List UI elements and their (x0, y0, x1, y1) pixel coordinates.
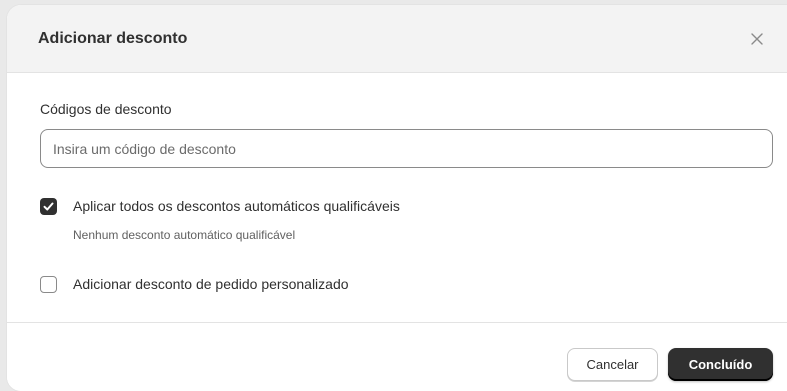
auto-discounts-label[interactable]: Aplicar todos os descontos automáticos q… (73, 198, 400, 214)
close-icon (751, 33, 763, 45)
modal-title: Adicionar desconto (38, 30, 188, 47)
discount-codes-label: Códigos de desconto (40, 101, 172, 117)
done-button[interactable]: Concluído (668, 348, 773, 381)
auto-discounts-help-text: Nenhum desconto automático qualificável (73, 228, 296, 242)
checkmark-icon (43, 202, 54, 211)
close-button[interactable] (747, 29, 767, 49)
auto-discounts-checkbox[interactable] (40, 198, 57, 215)
custom-discount-checkbox[interactable] (40, 276, 57, 293)
modal-footer: Cancelar Concluído (7, 322, 787, 391)
cancel-button[interactable]: Cancelar (567, 348, 658, 381)
modal-header: Adicionar desconto (7, 5, 787, 73)
add-discount-modal: Adicionar desconto Códigos de desconto A… (7, 5, 787, 391)
discount-code-input[interactable] (40, 129, 773, 168)
custom-discount-label[interactable]: Adicionar desconto de pedido personaliza… (73, 276, 349, 292)
